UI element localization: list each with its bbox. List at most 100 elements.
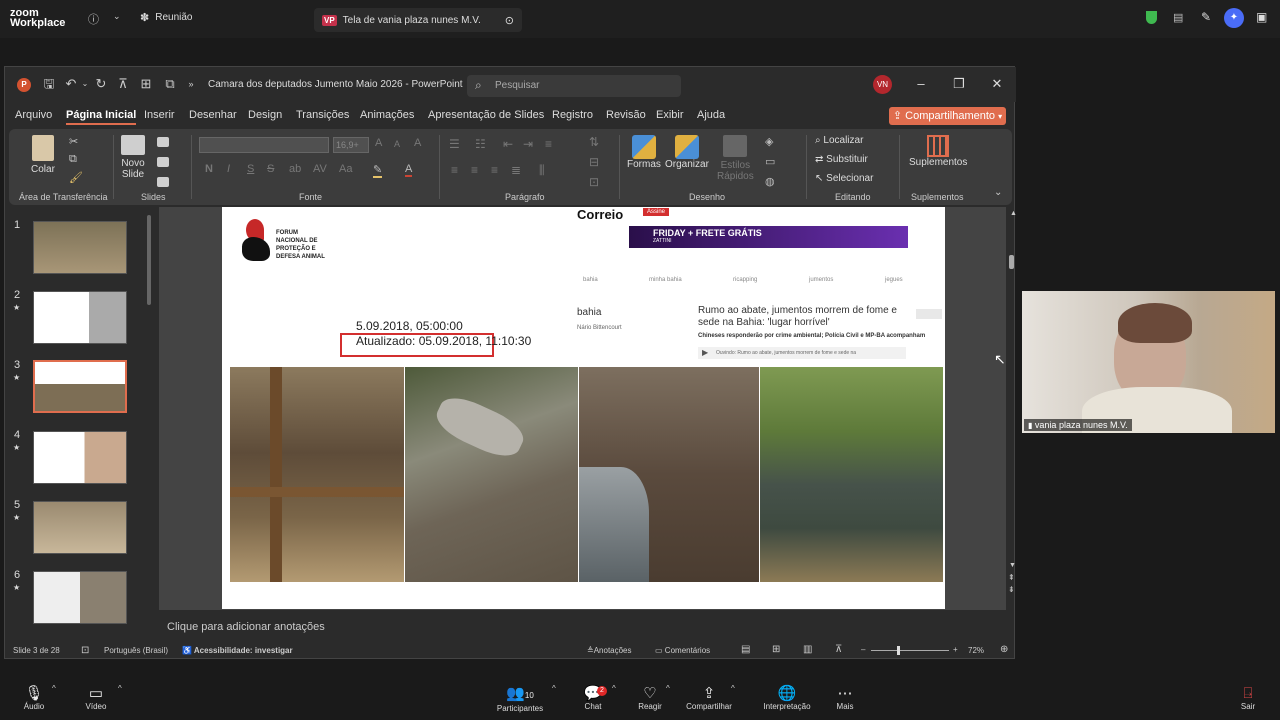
text-direction-vertical-icon[interactable]: ⇅ — [589, 135, 599, 149]
share-screen-tab[interactable]: VP Tela de vania plaza nunes M.V. ⊙ — [314, 8, 522, 32]
bullets-icon[interactable]: ☰ — [449, 137, 460, 151]
quick-styles-button[interactable]: Estilos Rápidos — [717, 135, 754, 182]
tab-animacoes[interactable]: Animações — [360, 109, 414, 121]
shape-fill-icon[interactable]: ◈ — [765, 135, 773, 148]
indent-icon[interactable]: ⇤ — [503, 137, 513, 151]
tab-ajuda[interactable]: Ajuda — [697, 109, 725, 121]
new-slide-button[interactable]: Novo Slide — [121, 135, 145, 180]
shape-effects-icon[interactable]: ◍ — [765, 175, 775, 188]
scroll-up-icon[interactable]: ▲ — [1010, 210, 1017, 217]
edit-icon[interactable]: ✎ — [1201, 10, 1211, 24]
slideshow-icon[interactable]: ⊼ — [835, 644, 842, 655]
underline-icon[interactable]: S — [247, 163, 254, 175]
tab-apresentacao[interactable]: Apresentação de Slides — [428, 109, 544, 121]
font-size-up-icon[interactable]: A — [375, 137, 382, 149]
picture-icon[interactable]: ⊞ — [138, 76, 154, 92]
align-center-icon[interactable]: ≡ — [471, 163, 478, 177]
format-painter-icon[interactable]: 🖌 — [69, 171, 83, 184]
line-spacing-icon[interactable]: ≡ — [545, 137, 552, 151]
paste-button[interactable]: Colar — [31, 135, 55, 175]
notes-toggle[interactable]: ≜Anotações — [587, 646, 632, 655]
meeting-tab[interactable]: ✽ Reunião — [140, 11, 192, 24]
slide-thumb-2[interactable] — [33, 291, 127, 344]
cut-icon[interactable]: ✂ — [69, 135, 78, 148]
section-icon[interactable] — [157, 177, 169, 187]
align-right-icon[interactable]: ≡ — [491, 163, 498, 177]
slide-thumb-5[interactable] — [33, 501, 127, 554]
slide-thumb-3[interactable] — [33, 360, 127, 413]
replace-button[interactable]: ⇄ Substituir — [815, 154, 868, 165]
font-family-select[interactable] — [199, 137, 329, 153]
font-size-select[interactable]: 16,9+ — [333, 137, 369, 153]
smartart-icon[interactable]: ⊡ — [589, 175, 599, 189]
shape-outline-icon[interactable]: ▭ — [765, 155, 775, 168]
video-button[interactable]: ▭ Vídeo — [66, 686, 126, 712]
align-text-icon[interactable]: ⊟ — [589, 155, 599, 169]
present-icon[interactable]: ⊼ — [115, 76, 131, 92]
minimize-icon[interactable]: – — [913, 76, 929, 92]
zoom-slider[interactable] — [871, 646, 949, 655]
participants-options-icon[interactable]: ^ — [552, 684, 556, 693]
spellcheck-icon[interactable]: ⊡ — [81, 645, 89, 656]
next-slide-icon[interactable]: ⇟ — [1008, 585, 1015, 594]
slide-thumb-4[interactable] — [33, 431, 127, 484]
text-direction-icon[interactable]: AV — [313, 163, 327, 175]
clear-format-icon[interactable]: A — [414, 137, 421, 149]
chat-options-icon[interactable]: ^ — [612, 684, 616, 693]
normal-view-icon[interactable]: ▤ — [741, 644, 750, 655]
tab-pagina-inicial[interactable]: Página Inicial — [66, 109, 137, 125]
tab-desenhar[interactable]: Desenhar — [189, 109, 237, 121]
react-options-icon[interactable]: ^ — [666, 684, 670, 693]
zoom-slider-thumb[interactable] — [897, 646, 900, 655]
numbering-icon[interactable]: ☷ — [475, 137, 486, 151]
more-button[interactable]: ⋯ Mais — [815, 686, 875, 712]
participants-button[interactable]: 👥10 Participantes — [490, 686, 550, 714]
tab-arquivo[interactable]: Arquivo — [15, 109, 52, 121]
notes-pane[interactable]: Clique para adicionar anotações — [159, 615, 1006, 641]
close-icon[interactable]: ✕ — [989, 76, 1005, 92]
select-button[interactable]: ↖ Selecionar — [815, 173, 873, 184]
video-options-icon[interactable]: ^ — [118, 684, 122, 693]
language[interactable]: Português (Brasil) — [104, 646, 168, 655]
font-color-icon[interactable]: A — [405, 163, 413, 177]
more-icon[interactable]: ⊙ — [505, 14, 514, 27]
case-icon[interactable]: Aa — [339, 163, 352, 175]
arrange-button[interactable]: Organizar — [665, 135, 709, 170]
redo-icon[interactable]: ↻ — [93, 76, 109, 92]
audio-options-icon[interactable]: ^ — [52, 684, 56, 693]
share-screen-button[interactable]: ⇪ Compartilhar — [679, 686, 739, 712]
reset-icon[interactable] — [157, 157, 169, 167]
info-icon[interactable]: ⓘ — [88, 11, 99, 27]
addins-button[interactable]: Suplementos — [909, 135, 967, 168]
ai-companion-icon[interactable]: ✦ — [1224, 8, 1244, 28]
reading-view-icon[interactable]: ▥ — [803, 644, 812, 655]
interpretation-button[interactable]: 🌐 Interpretação — [757, 686, 817, 712]
outdent-icon[interactable]: ⇥ — [523, 137, 533, 151]
align-left-icon[interactable]: ≡ — [451, 163, 458, 177]
chevron-down-icon[interactable]: ⌄ — [113, 11, 121, 22]
bold-icon[interactable]: N — [205, 163, 213, 175]
strikethrough-icon[interactable]: S — [267, 163, 274, 175]
fit-slide-icon[interactable]: ⊕ — [1000, 644, 1008, 655]
find-button[interactable]: ⌕ Localizar — [815, 135, 863, 146]
slide-sorter-icon[interactable]: ⊞ — [772, 644, 780, 655]
participant-video[interactable] — [1022, 291, 1275, 433]
save-icon[interactable]: 🖫 — [41, 76, 57, 92]
copy-icon[interactable]: ⧉ — [69, 153, 77, 166]
avatar[interactable]: VN — [873, 75, 892, 94]
react-button[interactable]: ♡ Reagir — [620, 686, 680, 712]
tab-revisao[interactable]: Revisão — [606, 109, 646, 121]
tab-registro[interactable]: Registro — [552, 109, 593, 121]
scroll-down-icon[interactable]: ▼ — [1009, 562, 1016, 569]
share-options-icon[interactable]: ^ — [731, 684, 735, 693]
justify-icon[interactable]: ≣ — [511, 163, 521, 177]
tab-exibir[interactable]: Exibir — [656, 109, 684, 121]
thumbnails-scrollbar[interactable] — [147, 215, 151, 305]
spacing-icon[interactable]: ab — [289, 163, 301, 175]
slide-thumb-6[interactable] — [33, 571, 127, 624]
comments-toggle[interactable]: ▭ Comentários — [655, 646, 710, 655]
font-size-down-icon[interactable]: A — [394, 139, 400, 149]
slide-thumb-1[interactable] — [33, 221, 127, 274]
undo-dropdown-icon[interactable]: ⌄ — [77, 76, 93, 92]
zoom-level[interactable]: 72% — [968, 646, 984, 655]
